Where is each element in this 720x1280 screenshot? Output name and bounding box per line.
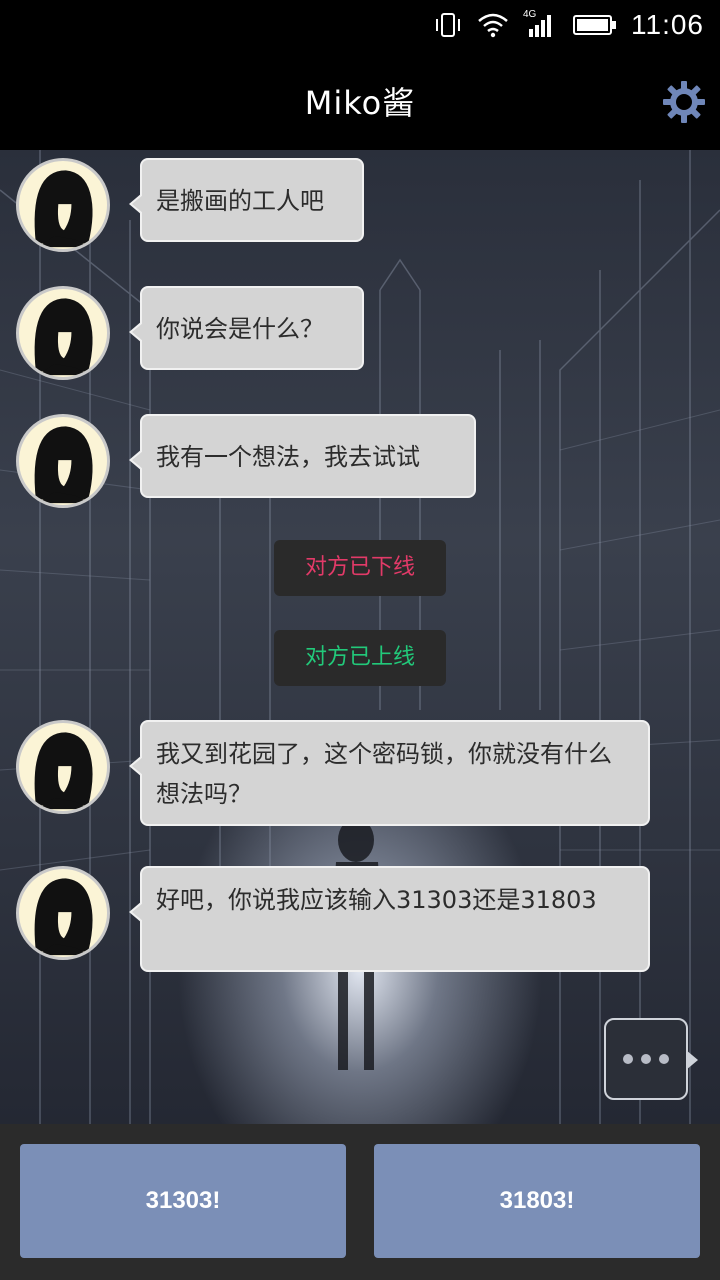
online-notice: 对方已上线 xyxy=(274,630,446,686)
message-row: 我有一个想法，我去试试 xyxy=(16,414,476,508)
avatar[interactable] xyxy=(16,720,110,814)
title-bar: Miko酱 xyxy=(0,50,720,150)
message-row: 我又到花园了，这个密码锁，你就没有什么想法吗？ xyxy=(16,720,650,826)
avatar[interactable] xyxy=(16,414,110,508)
typing-dot xyxy=(641,1054,651,1064)
chat-area[interactable]: 是搬画的工人吧 你说会是什么？ 我有一个想法，我去试试 对方已下线 对方已上线 xyxy=(0,150,720,1124)
typing-dots-icon xyxy=(604,1018,698,1100)
vibrate-icon xyxy=(436,13,460,37)
message-row: 是搬画的工人吧 xyxy=(16,158,364,252)
page-title: Miko酱 xyxy=(304,84,416,122)
gear-icon[interactable] xyxy=(662,80,706,124)
message-bubble: 是搬画的工人吧 xyxy=(129,158,364,242)
choice-button-31803[interactable]: 31803! xyxy=(374,1144,700,1258)
cellular-signal-icon: 4G xyxy=(523,9,559,39)
message-row: 你说会是什么？ xyxy=(16,286,364,380)
avatar[interactable] xyxy=(16,158,110,252)
choice-button-31303[interactable]: 31303! xyxy=(20,1144,346,1258)
status-bar: 4G 11:06 xyxy=(0,0,720,50)
message-bubble: 我有一个想法，我去试试 xyxy=(129,414,476,498)
message-row: 好吧，你说我应该输入31303还是31803 xyxy=(16,866,650,972)
typing-dot xyxy=(623,1054,633,1064)
message-bubble: 好吧，你说我应该输入31303还是31803 xyxy=(129,866,650,972)
message-bubble: 我又到花园了，这个密码锁，你就没有什么想法吗？ xyxy=(129,720,650,826)
choice-panel: 31303! 31803! xyxy=(0,1124,720,1280)
wifi-icon xyxy=(478,13,508,38)
message-bubble: 你说会是什么？ xyxy=(129,286,364,370)
offline-notice: 对方已下线 xyxy=(274,540,446,596)
avatar[interactable] xyxy=(16,866,110,960)
typing-dot xyxy=(659,1054,669,1064)
clock: 11:06 xyxy=(631,9,704,40)
avatar[interactable] xyxy=(16,286,110,380)
battery-icon xyxy=(573,15,616,35)
